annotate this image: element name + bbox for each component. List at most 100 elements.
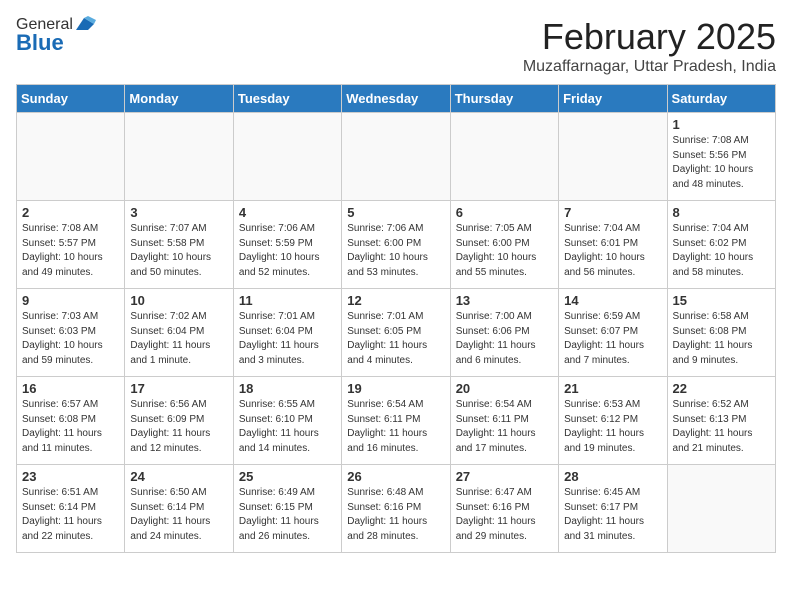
calendar-cell: 25Sunrise: 6:49 AM Sunset: 6:15 PM Dayli… (233, 465, 341, 553)
day-info: Sunrise: 6:54 AM Sunset: 6:11 PM Dayligh… (456, 398, 553, 456)
day-info: Sunrise: 6:47 AM Sunset: 6:16 PM Dayligh… (456, 486, 553, 544)
weekday-header-row: SundayMondayTuesdayWednesdayThursdayFrid… (17, 85, 776, 113)
calendar-week-row: 2 Sunrise: 7:08 AM Sunset: 5:57 PM Daylig… (17, 201, 776, 289)
calendar-cell: 1 Sunrise: 7:08 AM Sunset: 5:56 PM Daylig… (667, 113, 775, 201)
calendar-cell: 11 Sunrise: 7:01 AM Sunset: 6:04 PM Dayli… (233, 289, 341, 377)
calendar-cell: 7 Sunrise: 7:04 AM Sunset: 6:01 PM Daylig… (559, 201, 667, 289)
day-info: Sunrise: 6:56 AM Sunset: 6:09 PM Dayligh… (130, 398, 227, 456)
day-info: Sunrise: 7:05 AM Sunset: 6:00 PM Dayligh… (456, 222, 553, 280)
day-number: 27 (456, 469, 553, 484)
day-number: 24 (130, 469, 227, 484)
day-info: Sunrise: 6:52 AM Sunset: 6:13 PM Dayligh… (673, 398, 770, 456)
day-info: Sunrise: 7:00 AM Sunset: 6:06 PM Dayligh… (456, 310, 553, 368)
calendar-cell (125, 113, 233, 201)
weekday-header-wednesday: Wednesday (342, 85, 450, 113)
day-number: 16 (22, 381, 119, 396)
calendar-cell: 24 Sunrise: 6:50 AM Sunset: 6:14 PM Dayli… (125, 465, 233, 553)
day-number: 17 (130, 381, 227, 396)
day-number: 23 (22, 469, 119, 484)
calendar-table: SundayMondayTuesdayWednesdayThursdayFrid… (16, 84, 776, 553)
day-info: Sunrise: 6:53 AM Sunset: 6:12 PM Dayligh… (564, 398, 661, 456)
calendar-cell: 12 Sunrise: 7:01 AM Sunset: 6:05 PM Dayli… (342, 289, 450, 377)
day-number: 5 (347, 205, 444, 220)
day-info: Sunrise: 6:59 AM Sunset: 6:07 PM Dayligh… (564, 310, 661, 368)
day-number: 10 (130, 293, 227, 308)
calendar-cell: 5 Sunrise: 7:06 AM Sunset: 6:00 PM Daylig… (342, 201, 450, 289)
day-info: Sunrise: 7:01 AM Sunset: 6:05 PM Dayligh… (347, 310, 444, 368)
logo-blue-text: Blue (16, 30, 64, 56)
calendar-cell (342, 113, 450, 201)
weekday-header-tuesday: Tuesday (233, 85, 341, 113)
day-info: Sunrise: 6:54 AM Sunset: 6:11 PM Dayligh… (347, 398, 444, 456)
day-number: 8 (673, 205, 770, 220)
calendar-week-row: 23Sunrise: 6:51 AM Sunset: 6:14 PM Dayli… (17, 465, 776, 553)
day-info: Sunrise: 7:08 AM Sunset: 5:56 PM Dayligh… (673, 134, 770, 192)
calendar-cell: 2 Sunrise: 7:08 AM Sunset: 5:57 PM Daylig… (17, 201, 125, 289)
day-number: 28 (564, 469, 661, 484)
weekday-header-friday: Friday (559, 85, 667, 113)
day-number: 11 (239, 293, 336, 308)
calendar-cell: 13 Sunrise: 7:00 AM Sunset: 6:06 PM Dayli… (450, 289, 558, 377)
title-block: February 2025 Muzaffarnagar, Uttar Prade… (523, 16, 776, 76)
weekday-header-sunday: Sunday (17, 85, 125, 113)
day-number: 21 (564, 381, 661, 396)
day-number: 18 (239, 381, 336, 396)
day-number: 14 (564, 293, 661, 308)
weekday-header-monday: Monday (125, 85, 233, 113)
calendar-cell: 27 Sunrise: 6:47 AM Sunset: 6:16 PM Dayli… (450, 465, 558, 553)
day-number: 7 (564, 205, 661, 220)
day-number: 20 (456, 381, 553, 396)
logo: General Blue (16, 16, 96, 56)
calendar-cell: 14 Sunrise: 6:59 AM Sunset: 6:07 PM Dayli… (559, 289, 667, 377)
calendar-cell: 9Sunrise: 7:03 AM Sunset: 6:03 PM Daylig… (17, 289, 125, 377)
calendar-cell: 26 Sunrise: 6:48 AM Sunset: 6:16 PM Dayli… (342, 465, 450, 553)
calendar-cell: 22 Sunrise: 6:52 AM Sunset: 6:13 PM Dayli… (667, 377, 775, 465)
calendar-cell: 19 Sunrise: 6:54 AM Sunset: 6:11 PM Dayli… (342, 377, 450, 465)
day-number: 15 (673, 293, 770, 308)
day-info: Sunrise: 7:06 AM Sunset: 5:59 PM Dayligh… (239, 222, 336, 280)
calendar-cell (559, 113, 667, 201)
calendar-cell: 8Sunrise: 7:04 AM Sunset: 6:02 PM Daylig… (667, 201, 775, 289)
calendar-week-row: 16 Sunrise: 6:57 AM Sunset: 6:08 PM Dayli… (17, 377, 776, 465)
day-number: 13 (456, 293, 553, 308)
month-title: February 2025 (523, 16, 776, 58)
calendar-cell: 10 Sunrise: 7:02 AM Sunset: 6:04 PM Dayli… (125, 289, 233, 377)
weekday-header-thursday: Thursday (450, 85, 558, 113)
calendar-cell (450, 113, 558, 201)
day-number: 6 (456, 205, 553, 220)
day-info: Sunrise: 6:58 AM Sunset: 6:08 PM Dayligh… (673, 310, 770, 368)
calendar-cell: 23Sunrise: 6:51 AM Sunset: 6:14 PM Dayli… (17, 465, 125, 553)
day-info: Sunrise: 6:55 AM Sunset: 6:10 PM Dayligh… (239, 398, 336, 456)
day-info: Sunrise: 6:48 AM Sunset: 6:16 PM Dayligh… (347, 486, 444, 544)
day-number: 25 (239, 469, 336, 484)
weekday-header-saturday: Saturday (667, 85, 775, 113)
calendar-cell: 21 Sunrise: 6:53 AM Sunset: 6:12 PM Dayli… (559, 377, 667, 465)
calendar-week-row: 9Sunrise: 7:03 AM Sunset: 6:03 PM Daylig… (17, 289, 776, 377)
day-info: Sunrise: 7:01 AM Sunset: 6:04 PM Dayligh… (239, 310, 336, 368)
day-number: 4 (239, 205, 336, 220)
day-number: 2 (22, 205, 119, 220)
day-info: Sunrise: 6:50 AM Sunset: 6:14 PM Dayligh… (130, 486, 227, 544)
page-header: General Blue February 2025 Muzaffarnagar… (16, 16, 776, 76)
calendar-cell: 4 Sunrise: 7:06 AM Sunset: 5:59 PM Daylig… (233, 201, 341, 289)
day-info: Sunrise: 7:06 AM Sunset: 6:00 PM Dayligh… (347, 222, 444, 280)
logo-icon (74, 16, 96, 32)
calendar-cell (17, 113, 125, 201)
day-number: 26 (347, 469, 444, 484)
calendar-cell: 3 Sunrise: 7:07 AM Sunset: 5:58 PM Daylig… (125, 201, 233, 289)
day-info: Sunrise: 7:02 AM Sunset: 6:04 PM Dayligh… (130, 310, 227, 368)
calendar-cell: 18 Sunrise: 6:55 AM Sunset: 6:10 PM Dayli… (233, 377, 341, 465)
day-number: 1 (673, 117, 770, 132)
day-info: Sunrise: 7:04 AM Sunset: 6:01 PM Dayligh… (564, 222, 661, 280)
day-info: Sunrise: 7:08 AM Sunset: 5:57 PM Dayligh… (22, 222, 119, 280)
day-info: Sunrise: 7:07 AM Sunset: 5:58 PM Dayligh… (130, 222, 227, 280)
calendar-cell (233, 113, 341, 201)
calendar-cell: 6 Sunrise: 7:05 AM Sunset: 6:00 PM Daylig… (450, 201, 558, 289)
day-number: 19 (347, 381, 444, 396)
calendar-cell: 17 Sunrise: 6:56 AM Sunset: 6:09 PM Dayli… (125, 377, 233, 465)
location-title: Muzaffarnagar, Uttar Pradesh, India (523, 58, 776, 76)
day-info: Sunrise: 6:57 AM Sunset: 6:08 PM Dayligh… (22, 398, 119, 456)
day-number: 22 (673, 381, 770, 396)
day-number: 12 (347, 293, 444, 308)
day-number: 3 (130, 205, 227, 220)
